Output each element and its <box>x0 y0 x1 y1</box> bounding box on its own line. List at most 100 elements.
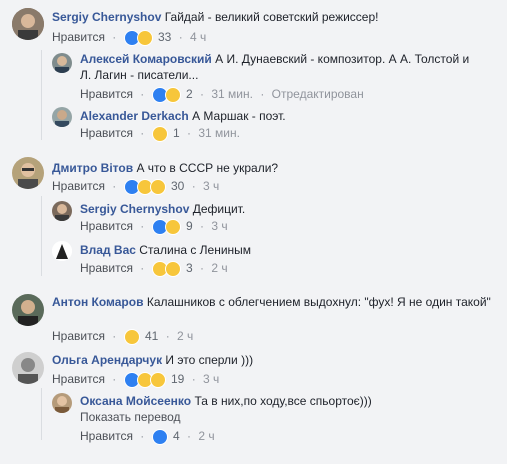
avatar[interactable] <box>52 201 72 221</box>
comment-time[interactable]: 2 ч <box>198 429 214 443</box>
haha-reaction-icon <box>164 218 181 235</box>
separator-dot: · <box>200 261 205 275</box>
comment-time[interactable]: 31 мин. <box>211 87 253 101</box>
avatar[interactable] <box>12 352 44 384</box>
sad-reaction-icon <box>149 371 166 388</box>
haha-reaction-icon <box>164 86 181 103</box>
reply-thread-line <box>41 196 42 276</box>
commenter-name[interactable]: Дмитро Вітов <box>52 161 133 175</box>
like-button[interactable]: Нравится <box>80 126 133 140</box>
commenter-name[interactable]: Алексей Комаровский <box>80 52 212 66</box>
like-button[interactable]: Нравится <box>80 429 133 443</box>
commenter-name[interactable]: Оксана Мойсеенко <box>80 394 191 408</box>
haha-reaction-icon <box>164 260 181 277</box>
avatar[interactable] <box>52 107 72 127</box>
reaction-icons[interactable] <box>123 29 153 46</box>
separator-dot: · <box>178 30 183 44</box>
separator-dot: · <box>112 179 117 193</box>
commenter-name[interactable]: Sergiy Chernyshov <box>52 10 161 24</box>
reaction-icons[interactable] <box>151 218 181 235</box>
commenter-name[interactable]: Sergiy Chernyshov <box>80 202 189 216</box>
wow-reaction-icon <box>149 178 166 195</box>
avatar[interactable] <box>52 393 72 413</box>
like-button[interactable]: Нравится <box>52 30 105 44</box>
comment-time[interactable]: 3 ч <box>211 219 227 233</box>
reaction-count[interactable]: 2 <box>186 87 193 101</box>
separator-dot: · <box>140 261 145 275</box>
comment-time[interactable]: 3 ч <box>203 372 219 386</box>
reaction-icons[interactable] <box>151 428 168 445</box>
commenter-name[interactable]: Влад Вас <box>80 243 136 257</box>
reaction-count[interactable]: 3 <box>186 261 193 275</box>
comment-text: Сталина с Лениным <box>139 243 252 257</box>
commenter-name[interactable]: Антон Комаров <box>52 295 143 309</box>
separator-dot: · <box>165 329 170 343</box>
comment-text: Дефицит. <box>192 202 246 216</box>
reaction-count[interactable]: 41 <box>145 329 158 343</box>
reaction-icons[interactable] <box>151 125 168 142</box>
comment-text: Калашников с облегчением выдохнул: "фух!… <box>146 295 491 309</box>
like-button[interactable]: Нравится <box>52 179 105 193</box>
reaction-icons[interactable] <box>123 178 166 195</box>
separator-dot: · <box>140 429 145 443</box>
separator-dot: · <box>140 126 145 140</box>
commenter-name[interactable]: Ольга Арендарчук <box>52 353 162 367</box>
separator-dot: · <box>187 126 192 140</box>
separator-dot: · <box>112 30 117 44</box>
comment-actions: Нравится · 41 · 2 ч <box>52 328 193 345</box>
comment-actions: Нравится · 1 · 31 мин. <box>80 125 240 142</box>
comment-text: А что в СССР не украли? <box>136 161 279 175</box>
avatar[interactable] <box>12 8 44 40</box>
reaction-icons[interactable] <box>151 86 181 103</box>
reaction-count[interactable]: 33 <box>158 30 171 44</box>
reaction-count[interactable]: 4 <box>173 429 180 443</box>
reply-thread-line <box>41 388 42 440</box>
show-translation-link[interactable]: Показать перевод <box>80 409 181 425</box>
comment-time[interactable]: 2 ч <box>211 261 227 275</box>
comment-actions: Нравится · 2 · 31 мин. · Отредактирован <box>80 86 364 103</box>
comment-time[interactable]: 31 мин. <box>198 126 240 140</box>
separator-dot: · <box>200 219 205 233</box>
comment-actions: Нравится · 3 · 2 ч <box>80 260 228 277</box>
like-reaction-icon <box>151 428 168 445</box>
like-button[interactable]: Нравится <box>80 87 133 101</box>
commenter-name[interactable]: Alexander Derkach <box>80 109 189 123</box>
separator-dot: · <box>112 372 117 386</box>
separator-dot: · <box>187 429 192 443</box>
separator-dot: · <box>112 329 117 343</box>
avatar[interactable] <box>52 241 72 261</box>
reply-thread-line <box>41 50 42 140</box>
comment-time[interactable]: 2 ч <box>177 329 193 343</box>
separator-dot: · <box>191 372 196 386</box>
avatar[interactable] <box>12 294 44 326</box>
reaction-icons[interactable] <box>151 260 181 277</box>
reaction-count[interactable]: 19 <box>171 372 184 386</box>
comment-text: И это сперли ))) <box>165 353 254 367</box>
like-button[interactable]: Нравится <box>80 261 133 275</box>
like-button[interactable]: Нравится <box>52 372 105 386</box>
separator-dot: · <box>140 219 145 233</box>
reaction-icons[interactable] <box>123 371 166 388</box>
separator-dot: · <box>260 87 265 101</box>
separator-dot: · <box>191 179 196 193</box>
avatar[interactable] <box>52 53 72 73</box>
comment-text: Та в них,по ходу,все спьортоє))) <box>194 394 372 408</box>
reaction-count[interactable]: 9 <box>186 219 193 233</box>
comment-actions: Нравится · 33 · 4 ч <box>52 29 206 46</box>
comment-time[interactable]: 4 ч <box>190 30 206 44</box>
comment-text: Гайдай - великий советский режиссер! <box>164 10 379 24</box>
edited-label[interactable]: Отредактирован <box>272 87 364 101</box>
separator-dot: · <box>140 87 145 101</box>
like-button[interactable]: Нравится <box>52 329 105 343</box>
like-button[interactable]: Нравится <box>80 219 133 233</box>
comment-time[interactable]: 3 ч <box>203 179 219 193</box>
reaction-count[interactable]: 1 <box>173 126 180 140</box>
haha-reaction-icon <box>123 328 140 345</box>
haha-reaction-icon <box>151 125 168 142</box>
reaction-count[interactable]: 30 <box>171 179 184 193</box>
avatar[interactable] <box>12 157 44 189</box>
separator-dot: · <box>200 87 205 101</box>
reaction-icons[interactable] <box>123 328 140 345</box>
comment-actions: Нравится · 19 · 3 ч <box>52 371 219 388</box>
comment-actions: Нравится · 9 · 3 ч <box>80 218 228 235</box>
